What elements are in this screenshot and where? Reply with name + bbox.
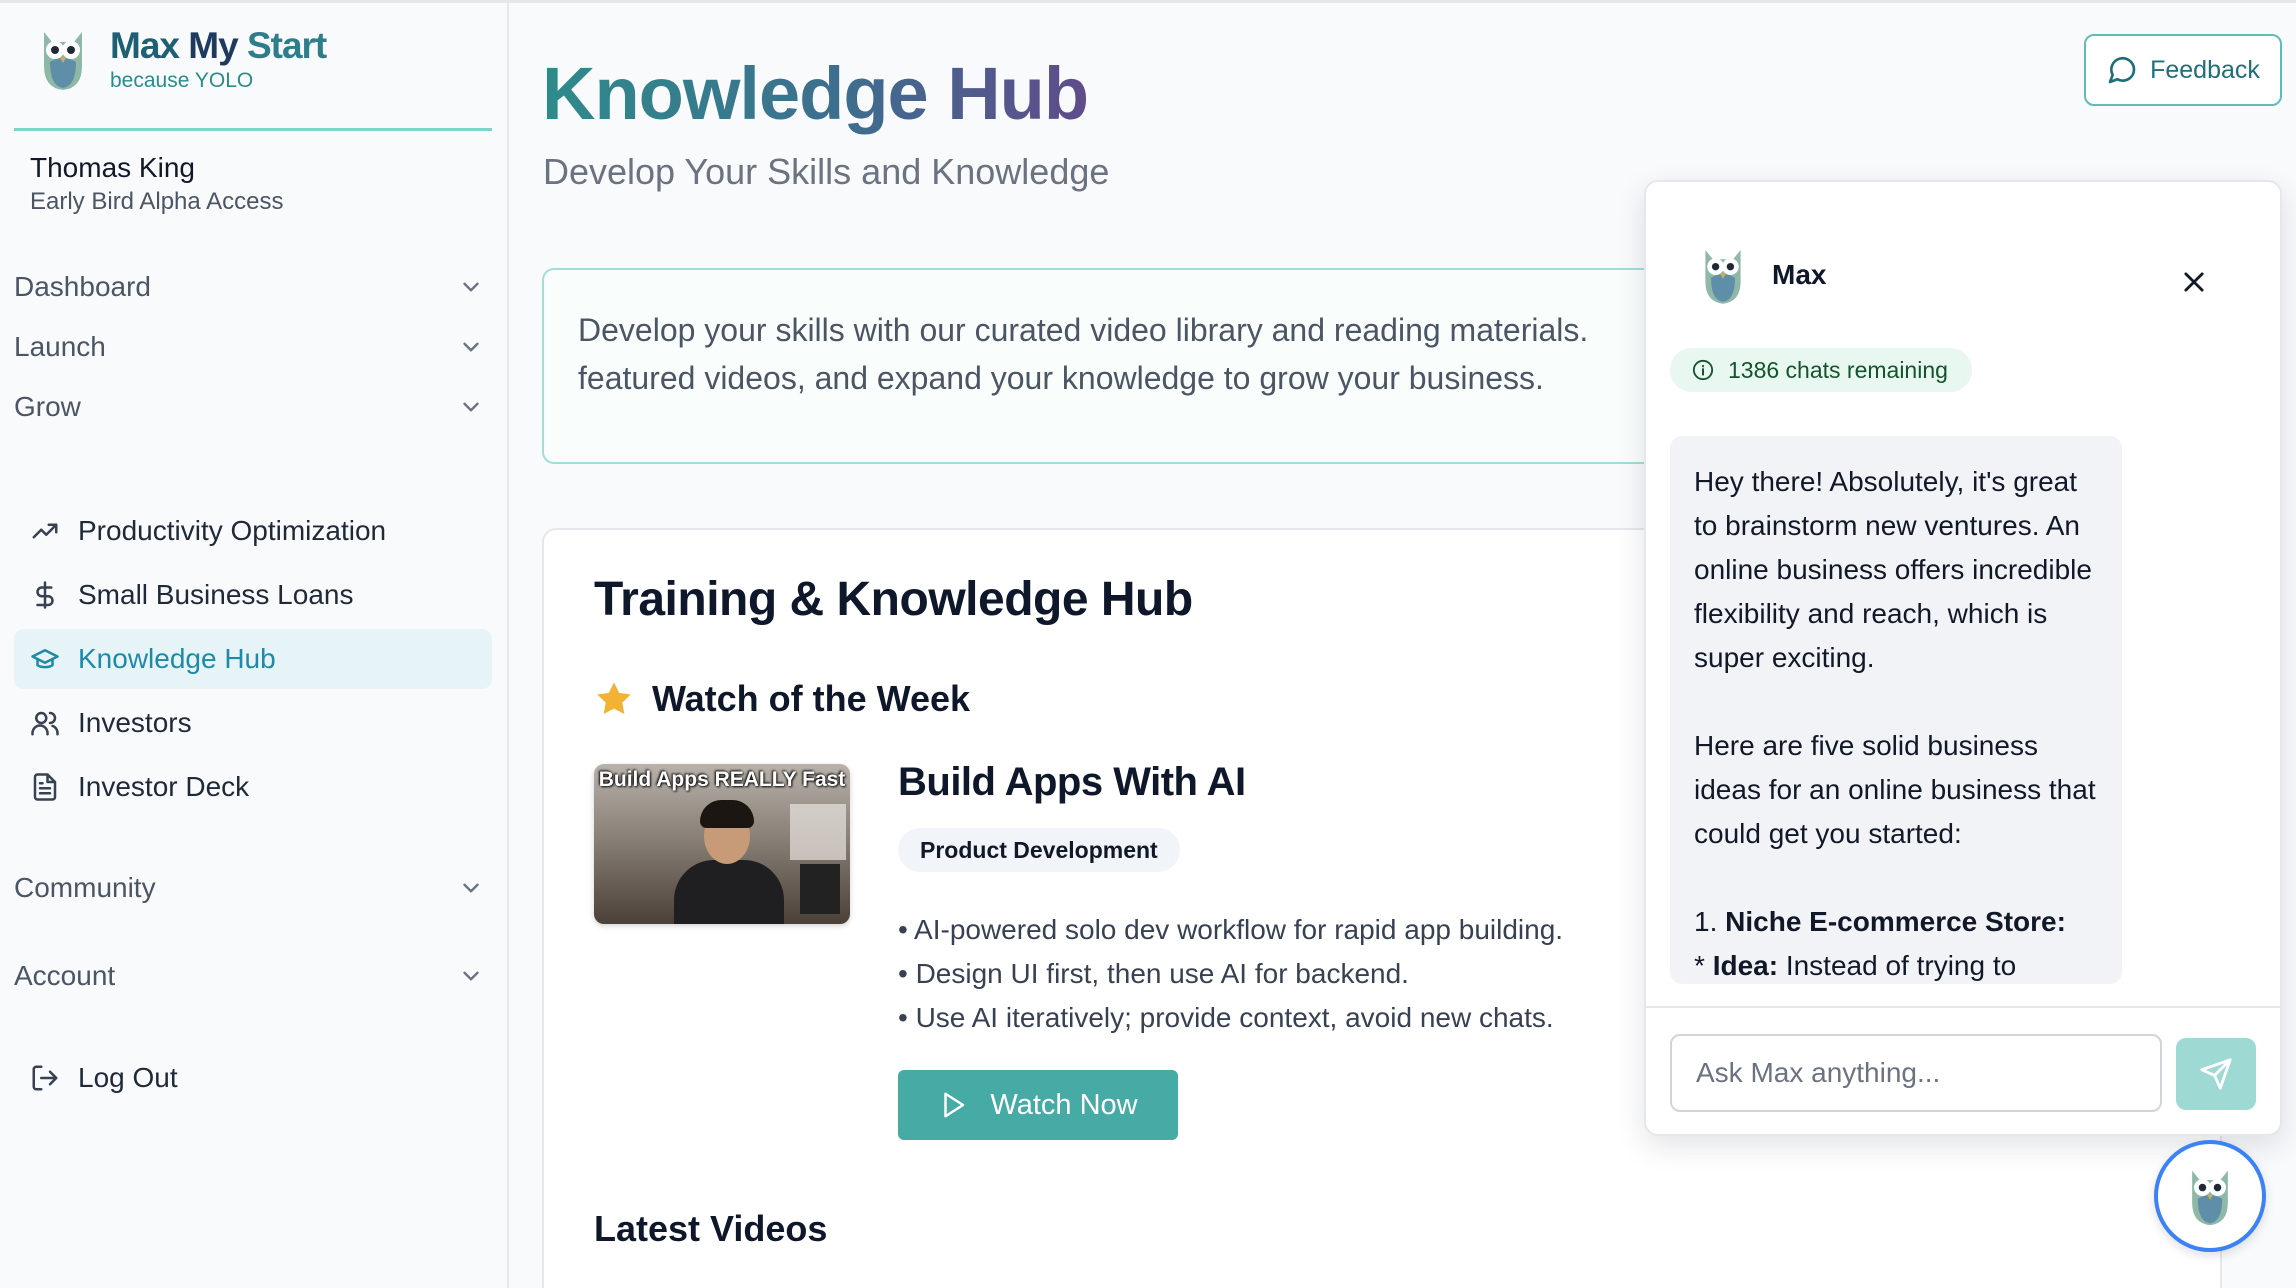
sub-item-bullet: * (1694, 950, 1713, 981)
brand-name: Max My Start (110, 25, 327, 66)
list-number: 1. (1694, 906, 1726, 937)
user-role: Early Bird Alpha Access (30, 188, 284, 215)
thumbnail-person-body (674, 860, 784, 924)
chevron-down-icon (463, 971, 479, 981)
nav-section-dashboard[interactable]: Dashboard (14, 262, 494, 312)
video-highlight: • Design UI first, then use AI for backe… (898, 958, 1409, 989)
chat-header: Max (1698, 244, 1826, 306)
sidebar-item-small-business-loans[interactable]: Small Business Loans (14, 565, 492, 625)
chat-message-list-item: 1. Niche E-commerce Store: (1694, 900, 2098, 944)
thumbnail-caption: Build Apps REALLY Fast (598, 768, 846, 791)
sub-item-label: Idea: (1712, 950, 1779, 981)
video-highlight: • Use AI iteratively; provide context, a… (898, 1002, 1554, 1033)
sidebar-item-label: Investor Deck (78, 771, 250, 802)
nav-section-label: Dashboard (14, 271, 151, 302)
send-icon (2200, 1058, 2232, 1090)
feedback-label: Feedback (2150, 55, 2260, 84)
nav-section-label: Launch (14, 331, 106, 362)
user-info: Thomas King Early Bird Alpha Access (30, 151, 283, 217)
message-circle-icon (2108, 57, 2136, 84)
thumbnail-window (790, 804, 846, 860)
sidebar-item-label: Small Business Loans (78, 579, 354, 610)
play-icon (944, 1092, 965, 1118)
chat-panel: Max 1386 chats remaining Hey there! Abso… (1644, 180, 2282, 1136)
chat-message-bubble: Hey there! Absolutely, it's great to bra… (1670, 436, 2122, 984)
chat-message-sub-item: * Idea: Instead of trying to (1694, 944, 2098, 984)
video-thumbnail[interactable]: Build Apps REALLY Fast (594, 764, 850, 924)
chevron-down-icon (463, 342, 479, 352)
chat-message-paragraph: Here are five solid business ideas for a… (1694, 730, 2096, 849)
user-name: Thomas King (30, 152, 195, 183)
chat-input[interactable] (1670, 1034, 2162, 1112)
watch-now-label: Watch Now (990, 1088, 1138, 1121)
page-title: Knowledge Hub (542, 48, 1089, 140)
nav-section-launch[interactable]: Launch (14, 322, 494, 372)
close-icon[interactable] (2180, 268, 2208, 296)
chat-bot-name: Max (1772, 259, 1827, 290)
sidebar: Max My Start because YOLO Thomas King Ea… (0, 3, 509, 1288)
users-icon (31, 711, 59, 736)
nav-section-label: Community (14, 872, 156, 903)
latest-videos-heading: Latest Videos (594, 1208, 828, 1249)
sub-item-text: Instead of trying to (1778, 950, 2017, 981)
nav-section-label: Grow (14, 391, 81, 422)
nav-section-grow[interactable]: Grow (14, 382, 494, 432)
hub-title: Training & Knowledge Hub (594, 573, 1193, 626)
list-item-title: Niche E-commerce Store: (1725, 906, 2066, 937)
chats-remaining-text: 1386 chats remaining (1728, 356, 1948, 383)
logout-icon (32, 1065, 58, 1091)
file-text-icon (33, 773, 57, 801)
logout-label: Log Out (78, 1062, 178, 1093)
chevron-down-icon (463, 402, 479, 412)
logout-button[interactable]: Log Out (14, 1048, 492, 1108)
watch-now-button[interactable]: Watch Now (898, 1070, 1178, 1140)
dollar-icon (36, 581, 54, 609)
thumbnail-background-object (800, 864, 840, 914)
watch-of-the-week-heading: Watch of the Week (594, 678, 970, 720)
chat-message-paragraph: Hey there! Absolutely, it's great to bra… (1694, 466, 2092, 673)
sidebar-item-label: Knowledge Hub (78, 643, 276, 674)
sidebar-item-investor-deck[interactable]: Investor Deck (14, 757, 492, 817)
brand-divider (14, 128, 492, 131)
video-title[interactable]: Build Apps With AI (898, 760, 1246, 805)
owl-logo-icon (44, 32, 82, 90)
chats-remaining-badge: 1386 chats remaining (1670, 348, 1972, 392)
category-tag: Product Development (898, 828, 1180, 872)
feedback-button[interactable]: Feedback (2084, 34, 2282, 106)
watch-heading-label: Watch of the Week (652, 678, 971, 719)
video-highlight: • AI-powered solo dev workflow for rapid… (898, 914, 1564, 945)
sidebar-item-productivity-optimization[interactable]: Productivity Optimization (14, 501, 492, 561)
page-subtitle: Develop Your Skills and Knowledge (543, 151, 1110, 192)
graduation-cap-icon (31, 649, 59, 669)
nav-section-account[interactable]: Account (14, 951, 494, 1001)
chevron-down-icon (463, 883, 479, 893)
sidebar-item-label: Productivity Optimization (78, 515, 387, 546)
info-icon (1692, 359, 1714, 381)
trending-up-icon (32, 523, 58, 539)
sidebar-item-knowledge-hub[interactable]: Knowledge Hub (14, 629, 492, 689)
chat-divider (1646, 1006, 2280, 1008)
chevron-down-icon (463, 282, 479, 292)
owl-avatar-icon (2192, 1170, 2228, 1226)
owl-avatar-icon (1705, 250, 1741, 304)
nav-section-community[interactable]: Community (14, 863, 494, 913)
send-button[interactable] (2176, 1038, 2256, 1110)
brand-tagline: because YOLO (110, 69, 254, 92)
video-highlights: • AI-powered solo dev workflow for rapid… (898, 908, 1563, 1040)
sidebar-item-investors[interactable]: Investors (14, 693, 492, 753)
brand-logo[interactable]: Max My Start because YOLO (36, 25, 327, 93)
thumbnail-person-hair (700, 800, 754, 828)
nav-section-label: Account (14, 960, 116, 991)
sidebar-item-label: Investors (78, 707, 192, 738)
star-icon (597, 682, 631, 714)
chat-toggle-button[interactable] (2154, 1140, 2266, 1252)
